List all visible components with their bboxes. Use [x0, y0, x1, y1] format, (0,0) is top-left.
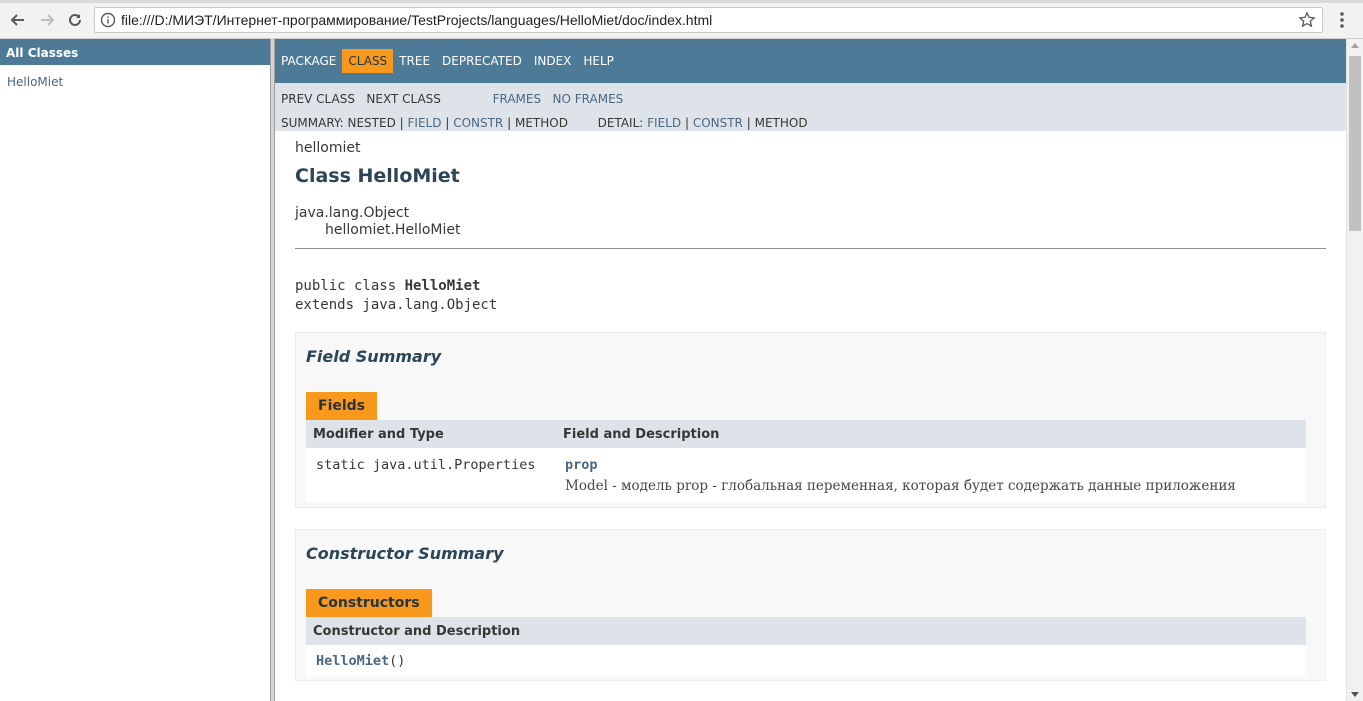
column-header-field: Field and Description	[563, 427, 720, 442]
field-summary-heading: Field Summary	[306, 347, 442, 366]
browser-toolbar: file:///D:/МИЭТ/Интернет-программировани…	[0, 0, 1363, 39]
signature-extends: extends java.lang.Object	[295, 297, 498, 313]
summary-method: METHOD	[514, 116, 568, 130]
page-title: Class HelloMiet	[295, 165, 460, 187]
all-classes-frame: All Classes HelloMiet	[0, 39, 270, 701]
reload-icon	[69, 13, 81, 26]
constructors-caption: Constructors	[306, 589, 432, 617]
inheritance-child: hellomiet.HelloMiet	[325, 222, 461, 238]
url-text[interactable]: file:///D:/МИЭТ/Интернет-программировани…	[121, 8, 712, 32]
field-summary-section: Field Summary Fields Modifier and Type F…	[295, 332, 1326, 508]
field-link-prop[interactable]: prop	[565, 457, 598, 473]
prev-class-label: PREV CLASS	[281, 92, 355, 106]
table-row: HelloMiet()	[306, 645, 1306, 676]
next-class-label: NEXT CLASS	[366, 92, 441, 106]
field-description: Model - модель prop - глобальная перемен…	[565, 478, 1236, 494]
all-classes-header: All Classes	[0, 39, 270, 65]
summary-constr-link[interactable]: CONSTR	[453, 116, 503, 130]
forward-arrow-icon	[41, 14, 55, 26]
bookmark-star-icon[interactable]	[1298, 11, 1316, 29]
scroll-down-arrow-icon[interactable]	[1351, 692, 1359, 697]
scroll-up-arrow-icon[interactable]	[1351, 43, 1359, 48]
sub-nav-bar: PREV CLASS NEXT CLASS FRAMES NO FRAMES S…	[275, 83, 1346, 131]
nav-package[interactable]: PACKAGE	[281, 49, 342, 73]
signature-prefix: public class	[295, 278, 405, 294]
fields-table: Modifier and Type Field and Description …	[306, 420, 1306, 502]
detail-field-link[interactable]: FIELD	[647, 116, 681, 130]
constructor-summary-heading: Constructor Summary	[306, 544, 504, 563]
constructor-summary-section: Constructor Summary Constructors Constru…	[295, 529, 1326, 681]
table-row: static java.util.Properties prop Model -…	[306, 448, 1306, 502]
summary-field-link[interactable]: FIELD	[408, 116, 442, 130]
signature-class-name: HelloMiet	[404, 278, 481, 294]
column-header-constructor: Constructor and Description	[313, 624, 521, 639]
back-arrow-icon	[10, 14, 24, 26]
inheritance-root: java.lang.Object	[295, 205, 410, 221]
no-frames-link[interactable]: NO FRAMES	[553, 92, 624, 106]
separator: |	[746, 116, 751, 130]
divider	[295, 248, 1326, 249]
nav-class[interactable]: CLASS	[342, 49, 394, 73]
class-content: hellomiet Class HelloMiet java.lang.Obje…	[275, 131, 1346, 681]
table-header: Modifier and Type Field and Description	[306, 420, 1306, 448]
detail-method: METHOD	[754, 116, 808, 130]
separator: |	[399, 116, 404, 130]
summary-label: SUMMARY:	[281, 116, 344, 130]
frames-link[interactable]: FRAMES	[493, 92, 542, 106]
column-header-modifier: Modifier and Type	[313, 427, 444, 442]
fields-caption: Fields	[306, 392, 378, 420]
detail-constr-link[interactable]: CONSTR	[693, 116, 743, 130]
field-cell: prop Model - модель prop - глобальная пе…	[556, 457, 1306, 494]
field-type: static java.util.Properties	[316, 457, 536, 473]
browser-menu-icon[interactable]	[1333, 9, 1351, 31]
separator: |	[507, 116, 512, 130]
detail-label: DETAIL:	[597, 116, 644, 130]
table-header: Constructor and Description	[306, 617, 1306, 645]
back-button[interactable]	[7, 9, 29, 31]
tab-strip	[0, 0, 1363, 3]
top-nav-bar: PACKAGE CLASS TREE DEPRECATED INDEX HELP	[275, 39, 1346, 83]
address-bar[interactable]: file:///D:/МИЭТ/Интернет-программировани…	[94, 7, 1323, 33]
forward-button[interactable]	[36, 9, 58, 31]
nav-index[interactable]: INDEX	[528, 49, 578, 73]
package-name: hellomiet	[295, 140, 361, 156]
separator: |	[684, 116, 689, 130]
constructors-table: Constructor and Description HelloMiet()	[306, 617, 1306, 676]
constructor-params: ()	[389, 653, 406, 669]
vertical-scrollbar[interactable]	[1346, 39, 1363, 701]
summary-nested: NESTED	[347, 116, 396, 130]
reload-button[interactable]	[64, 9, 86, 31]
class-link-hellomiet[interactable]: HelloMiet	[0, 65, 270, 89]
class-signature: public class HelloMiet extends java.lang…	[295, 277, 1326, 315]
info-icon[interactable]	[100, 12, 116, 28]
class-frame: PACKAGE CLASS TREE DEPRECATED INDEX HELP…	[275, 39, 1346, 701]
nav-tree[interactable]: TREE	[393, 49, 436, 73]
separator: |	[445, 116, 450, 130]
constructor-link-hellomiet[interactable]: HelloMiet	[316, 653, 389, 669]
scrollbar-thumb[interactable]	[1349, 56, 1361, 231]
nav-help[interactable]: HELP	[577, 49, 620, 73]
inheritance-tree: java.lang.Object hellomiet.HelloMiet	[295, 205, 1326, 239]
nav-deprecated[interactable]: DEPRECATED	[436, 49, 528, 73]
